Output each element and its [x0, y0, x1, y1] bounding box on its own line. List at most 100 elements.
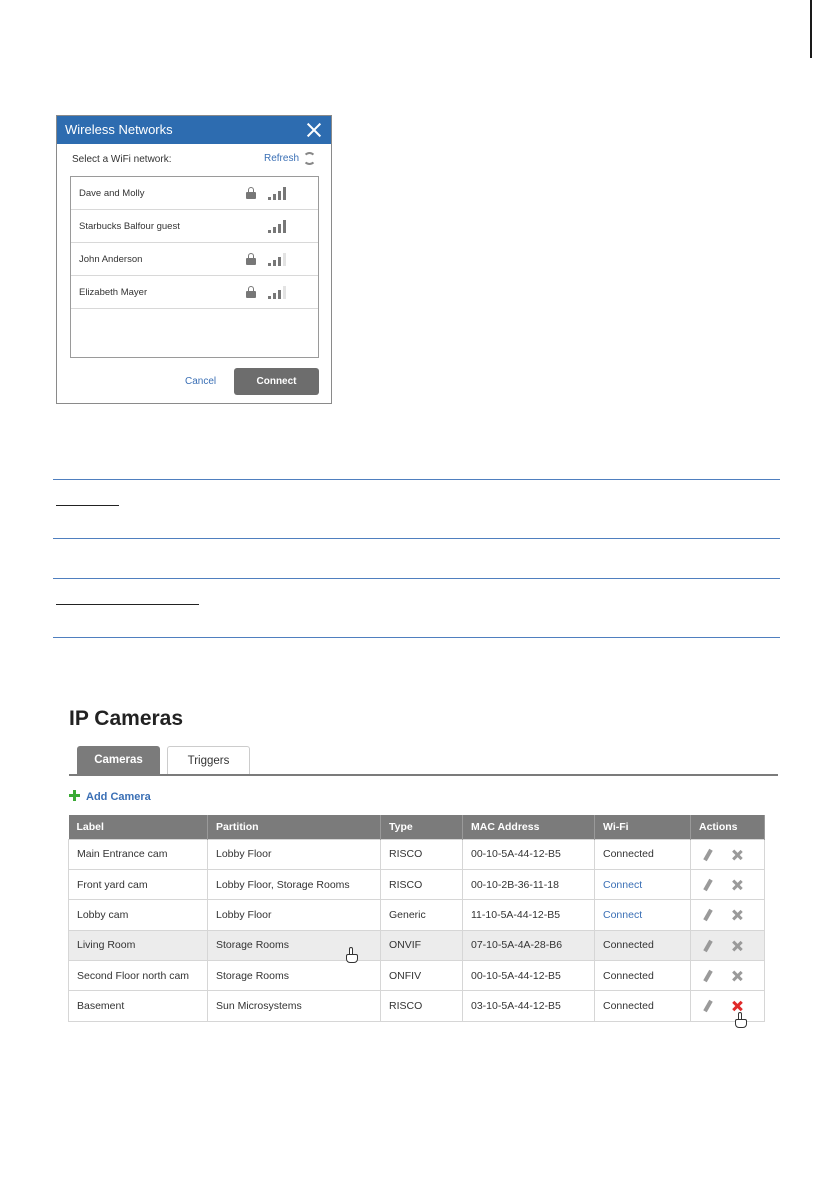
- lock-icon: [246, 286, 256, 298]
- camera-type: Generic: [380, 899, 463, 931]
- camera-label: Lobby cam: [68, 899, 208, 931]
- edit-icon[interactable]: [703, 848, 713, 861]
- connect-button[interactable]: Connect: [234, 368, 319, 395]
- table-row: Lobby cam Lobby Floor Generic 11-10-5A-44-1…: [68, 899, 765, 931]
- wifi-status: Connected: [594, 960, 691, 992]
- dialog-title: Wireless Networks: [65, 122, 173, 137]
- network-name: Dave and Molly: [79, 188, 145, 199]
- camera-label: Front yard cam: [68, 868, 208, 901]
- hand-cursor-icon: [733, 1012, 749, 1030]
- edit-icon[interactable]: [703, 878, 713, 892]
- refresh-icon[interactable]: [303, 152, 316, 165]
- actions-cell: [690, 960, 765, 992]
- network-name: Elizabeth Mayer: [79, 287, 148, 298]
- edit-icon[interactable]: [703, 969, 713, 983]
- wifi-connect-link[interactable]: Connect: [594, 899, 691, 931]
- cameras-table: Label Partition Type MAC Address Wi-Fi A…: [68, 815, 765, 1022]
- actions-cell: [690, 868, 765, 901]
- divider: [53, 538, 780, 539]
- delete-icon[interactable]: [731, 849, 743, 861]
- camera-mac: 00-10-5A-44-12-B5: [462, 838, 595, 870]
- actions-cell: [690, 990, 765, 1022]
- column-header-wifi[interactable]: Wi-Fi: [594, 815, 691, 839]
- network-name: Starbucks Balfour guest: [79, 221, 180, 232]
- actions-cell: [690, 838, 765, 870]
- divider: [53, 479, 780, 480]
- camera-mac: 03-10-5A-44-12-B5: [462, 990, 595, 1022]
- table-row: Basement Sun Microsystems RISCO 03-10-5A-44…: [68, 990, 765, 1022]
- delete-icon[interactable]: [731, 879, 743, 891]
- camera-partition: Sun Microsystems: [207, 990, 381, 1022]
- cameras-table-body: Main Entrance cam Lobby Floor RISCO 00-10-5…: [68, 838, 765, 1022]
- wifi-prompt: Select a WiFi network:: [72, 154, 172, 165]
- edit-icon[interactable]: [703, 1000, 713, 1013]
- camera-type: ONVIF: [380, 929, 463, 962]
- table-row: Front yard cam Lobby Floor, Storage Rooms…: [68, 868, 765, 901]
- refresh-link[interactable]: Refresh: [264, 153, 299, 164]
- add-camera-label: Add Camera: [86, 791, 151, 803]
- delete-icon[interactable]: [731, 970, 743, 982]
- table-row: Living Room Storage Rooms ONVIF 07-10-5A-4A…: [68, 929, 765, 962]
- delete-icon[interactable]: [731, 909, 743, 921]
- camera-mac: 11-10-5A-44-12-B5: [462, 899, 595, 931]
- camera-partition: Storage Rooms: [207, 960, 381, 992]
- camera-type: RISCO: [380, 990, 463, 1022]
- page-title: IP Cameras: [69, 707, 184, 730]
- camera-partition: Lobby Floor: [207, 899, 381, 931]
- edit-icon[interactable]: [703, 909, 713, 922]
- table-header-row: Label Partition Type MAC Address Wi-Fi A…: [68, 815, 765, 839]
- wifi-network-row[interactable]: Starbucks Balfour guest: [71, 210, 318, 243]
- camera-type: RISCO: [380, 838, 463, 870]
- camera-partition: Lobby Floor, Storage Rooms: [207, 868, 381, 901]
- signal-strength-icon: [268, 218, 288, 233]
- column-header-label[interactable]: Label: [68, 815, 208, 839]
- camera-mac: 00-10-2B-36-11-18: [462, 868, 595, 901]
- signal-strength-icon: [268, 251, 288, 266]
- wireless-networks-dialog: Wireless Networks Select a WiFi network:…: [56, 115, 332, 404]
- wifi-network-list: Dave and Molly Starbucks Balfour guest Joh…: [70, 176, 319, 358]
- plus-icon: [69, 790, 80, 801]
- actions-cell: [690, 929, 765, 962]
- lock-icon: [246, 187, 256, 199]
- camera-mac: 00-10-5A-44-12-B5: [462, 960, 595, 992]
- wifi-status: Connected: [594, 929, 691, 962]
- wifi-network-row[interactable]: Dave and Molly: [71, 177, 318, 210]
- signal-strength-icon: [268, 185, 288, 200]
- cancel-button[interactable]: Cancel: [185, 376, 216, 387]
- network-name: John Anderson: [79, 254, 143, 265]
- delete-icon[interactable]: [731, 940, 743, 952]
- tab-cameras[interactable]: Cameras: [77, 746, 160, 775]
- table-row: Main Entrance cam Lobby Floor RISCO 00-10-5…: [68, 838, 765, 870]
- tab-triggers[interactable]: Triggers: [167, 746, 250, 775]
- camera-mac: 07-10-5A-4A-28-B6: [462, 929, 595, 962]
- camera-type: RISCO: [380, 868, 463, 901]
- wifi-network-row[interactable]: John Anderson: [71, 243, 318, 276]
- table-row: Second Floor north cam Storage Rooms ONFIV…: [68, 960, 765, 992]
- dialog-header: Wireless Networks: [57, 116, 331, 144]
- wifi-network-row[interactable]: Elizabeth Mayer: [71, 276, 318, 309]
- camera-label: Main Entrance cam: [68, 838, 208, 870]
- signal-strength-icon: [268, 284, 288, 299]
- divider-stub: [56, 604, 199, 605]
- wifi-connect-link[interactable]: Connect: [594, 868, 691, 901]
- column-header-type[interactable]: Type: [380, 815, 463, 839]
- edit-icon[interactable]: [703, 939, 713, 952]
- divider-stub: [56, 505, 119, 506]
- delete-icon[interactable]: [731, 1000, 743, 1012]
- actions-cell: [690, 899, 765, 931]
- camera-type: ONFIV: [380, 960, 463, 992]
- camera-label: Second Floor north cam: [68, 960, 208, 992]
- column-header-partition[interactable]: Partition: [207, 815, 381, 839]
- lock-icon: [246, 253, 256, 265]
- wifi-status: Connected: [594, 990, 691, 1022]
- close-icon[interactable]: [303, 119, 325, 141]
- camera-label: Living Room: [68, 929, 208, 962]
- add-camera-button[interactable]: Add Camera: [69, 790, 151, 803]
- tabs-underline: [69, 774, 778, 776]
- divider: [53, 578, 780, 579]
- page-edge-line: [810, 0, 812, 58]
- camera-partition: Lobby Floor: [207, 838, 381, 870]
- hand-cursor-icon: [344, 947, 360, 965]
- column-header-mac-address[interactable]: MAC Address: [462, 815, 595, 839]
- camera-label: Basement: [68, 990, 208, 1022]
